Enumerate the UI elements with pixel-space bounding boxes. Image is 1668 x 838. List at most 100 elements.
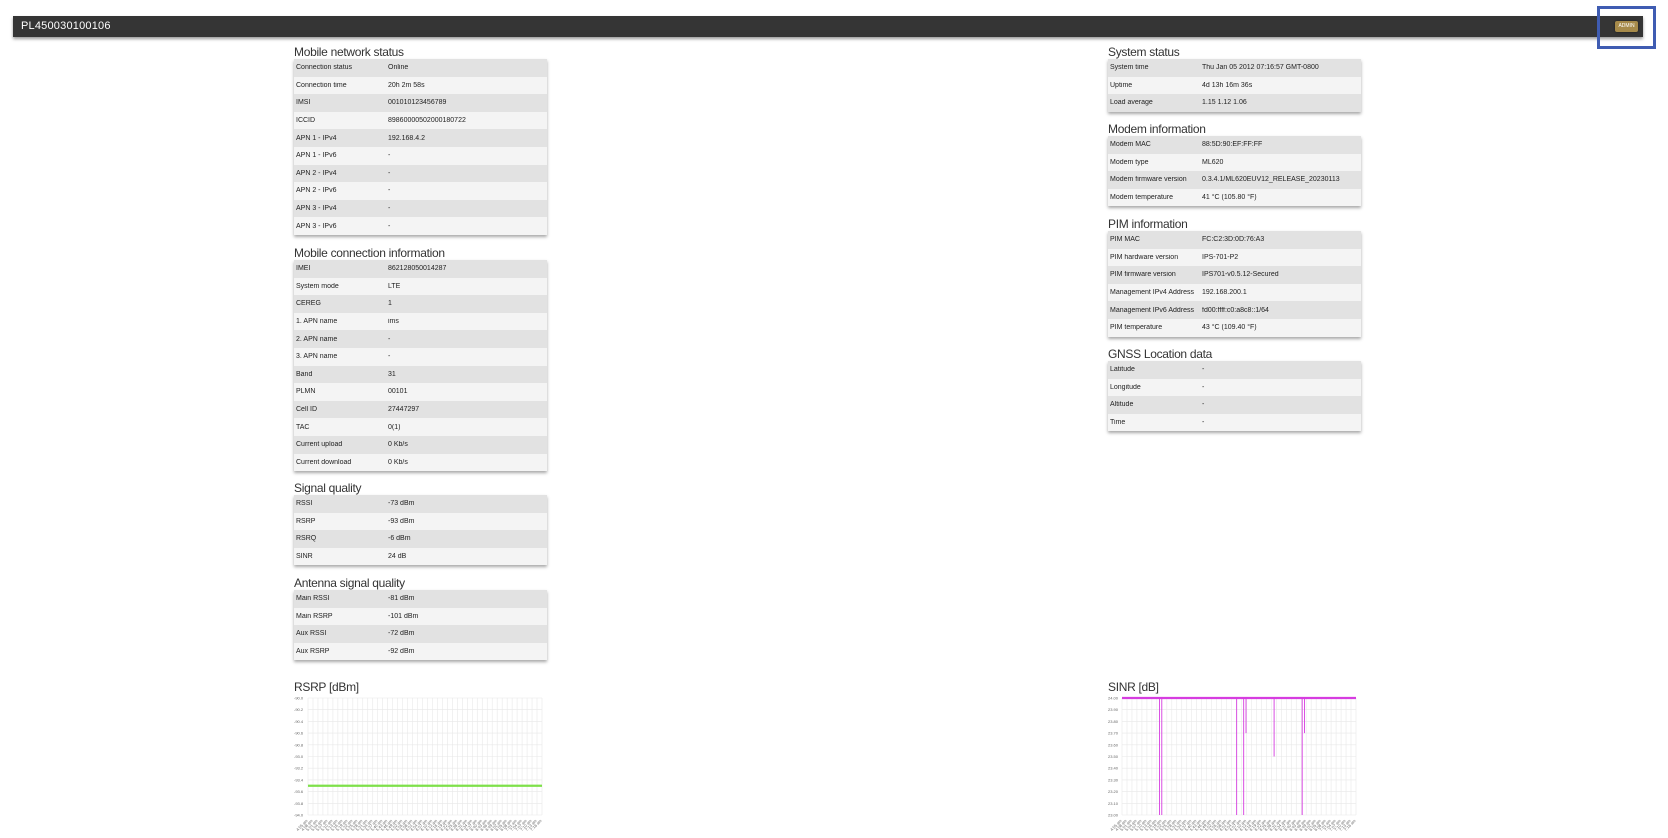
sinr-chart-title: SINR [dB] bbox=[1108, 680, 1159, 694]
table-row: Current download 0 Kb/s bbox=[294, 453, 547, 472]
y-tick-label: 23.50 bbox=[1108, 754, 1119, 759]
section-title: Antenna signal quality bbox=[294, 576, 405, 590]
row-label: 3. APN name bbox=[296, 353, 338, 361]
row-label: APN 3 - IPv4 bbox=[296, 205, 337, 213]
row-label: Current upload bbox=[296, 441, 343, 449]
row-value: IPS-701-P2 bbox=[1202, 253, 1239, 261]
mobile-network-status-section: Mobile network status Connection status On… bbox=[294, 45, 547, 235]
row-value: ML620 bbox=[1202, 158, 1224, 166]
table-row: Management IPv6 Address fd00:ffff:c0:a8c8… bbox=[1108, 301, 1361, 319]
modem-information-section: Modem information Modem MAC 88:5D:90:EF:FF… bbox=[1108, 122, 1361, 207]
info-table: Main RSSI -81 dBm Main RSRP -101 dBm Aux RSS… bbox=[294, 590, 547, 661]
section-title: Signal quality bbox=[294, 481, 362, 495]
rsrp-chart: -90.0 -90.2 -90.4 -90.6 -90.8 -93.0 -93.2 -93.4… bbox=[294, 696, 543, 832]
info-table: Latitude - Longitude - Altitude - Time - bbox=[1108, 361, 1361, 432]
pim-information-section: PIM information PIM MAC FC:C2:3D:0D:76:A3 P… bbox=[1108, 217, 1361, 337]
row-value: -93 dBm bbox=[388, 517, 415, 525]
row-value: 20h 2m 58s bbox=[388, 81, 425, 89]
y-tick-label: -93.6 bbox=[294, 789, 304, 794]
table-row: RSRP -93 dBm bbox=[294, 512, 547, 531]
row-label: CEREG bbox=[296, 300, 321, 308]
row-value: -6 dBm bbox=[388, 535, 411, 543]
y-tick-label: -90.2 bbox=[294, 707, 304, 712]
row-value: 1.15 1.12 1.06 bbox=[1202, 99, 1247, 107]
row-label: RSSI bbox=[296, 500, 313, 508]
table-row: Band 31 bbox=[294, 365, 547, 384]
table-row: Management IPv4 Address 192.168.200.1 bbox=[1108, 283, 1361, 302]
row-value: LTE bbox=[388, 282, 401, 290]
y-tick-label: 23.90 bbox=[1108, 707, 1119, 712]
table-row: IMSI 001010123456789 bbox=[294, 94, 547, 112]
row-value: FC:C2:3D:0D:76:A3 bbox=[1202, 236, 1265, 244]
row-value: 0 Kb/s bbox=[388, 441, 408, 449]
table-row: Altitude - bbox=[1108, 396, 1361, 414]
row-value: 001010123456789 bbox=[388, 99, 447, 107]
row-label: Cell ID bbox=[296, 406, 318, 414]
antenna-signal-quality-section: Antenna signal quality Main RSSI -81 dBm Ma… bbox=[294, 576, 547, 661]
info-table: Connection status Online Connection time 20… bbox=[294, 59, 547, 235]
row-label: Connection status bbox=[296, 64, 353, 72]
table-row: Modem firmware version 0.3.4.1/ML620EUV12… bbox=[1108, 171, 1361, 189]
row-label: Management IPv4 Address bbox=[1110, 289, 1195, 297]
y-tick-label: 23.40 bbox=[1108, 766, 1119, 771]
info-table: System time Thu Jan 05 2012 07:16:57 GMT-… bbox=[1108, 59, 1361, 112]
row-label: SINR bbox=[296, 553, 313, 561]
row-label: Modem MAC bbox=[1110, 141, 1151, 149]
y-tick-label: -93.2 bbox=[294, 766, 304, 771]
row-value: 4d 13h 16m 36s bbox=[1202, 81, 1253, 89]
table-row: APN 3 - IPv4 - bbox=[294, 199, 547, 218]
admin-button[interactable]: ADMIN bbox=[1615, 21, 1638, 32]
y-tick-label: 23.10 bbox=[1108, 801, 1119, 806]
row-value: 88:5D:90:EF:FF:FF bbox=[1202, 141, 1263, 149]
row-value: 31 bbox=[388, 370, 396, 378]
row-label: 1. APN name bbox=[296, 318, 338, 326]
y-tick-label: -90.6 bbox=[294, 731, 304, 736]
row-label: Band bbox=[296, 370, 313, 378]
row-label: PIM MAC bbox=[1110, 236, 1140, 244]
row-value: 0.3.4.1/ML620EUV12_RELEASE_20230113 bbox=[1202, 176, 1340, 184]
table-row: 2. APN name - bbox=[294, 330, 547, 348]
row-value: 1 bbox=[388, 300, 392, 308]
row-value: - bbox=[388, 152, 391, 160]
row-value: - bbox=[388, 187, 391, 195]
row-label: System mode bbox=[296, 282, 339, 290]
row-value: Thu Jan 05 2012 07:16:57 GMT-0800 bbox=[1202, 64, 1319, 72]
table-row: System mode LTE bbox=[294, 277, 547, 296]
row-label: APN 2 - IPv4 bbox=[296, 169, 337, 177]
table-row: Connection time 20h 2m 58s bbox=[294, 76, 547, 95]
table-row: Main RSRP -101 dBm bbox=[294, 607, 547, 626]
row-label: 2. APN name bbox=[296, 335, 338, 343]
row-label: APN 1 - IPv6 bbox=[296, 152, 337, 160]
table-row: RSRQ -6 dBm bbox=[294, 530, 547, 548]
table-row: Modem type ML620 bbox=[1108, 153, 1361, 172]
y-tick-label: -90.8 bbox=[294, 742, 304, 747]
row-value: fd00:ffff:c0:a8c8::1/64 bbox=[1202, 306, 1269, 314]
row-value: -92 dBm bbox=[388, 648, 415, 656]
table-row: Current upload 0 Kb/s bbox=[294, 435, 547, 454]
row-value: - bbox=[388, 353, 391, 361]
section-title: PIM information bbox=[1108, 217, 1188, 231]
row-label: Aux RSRP bbox=[296, 648, 330, 656]
section-title: System status bbox=[1108, 45, 1180, 59]
table-row: ICCID 89860000502000180722 bbox=[294, 111, 547, 130]
table-row: APN 1 - IPv4 192.168.4.2 bbox=[294, 129, 547, 147]
row-label: APN 2 - IPv6 bbox=[296, 187, 337, 195]
row-label: Time bbox=[1110, 419, 1126, 427]
section-title: GNSS Location data bbox=[1108, 347, 1213, 361]
table-row: 3. APN name - bbox=[294, 347, 547, 366]
y-tick-label: -90.0 bbox=[294, 696, 304, 701]
table-row: APN 2 - IPv4 - bbox=[294, 164, 547, 183]
y-tick-label: -94.0 bbox=[294, 813, 304, 818]
row-value: - bbox=[388, 205, 391, 213]
row-value: - bbox=[388, 222, 391, 230]
row-value: -72 dBm bbox=[388, 630, 415, 638]
y-tick-label: 23.70 bbox=[1108, 731, 1119, 736]
admin-highlight: ADMIN bbox=[1597, 6, 1656, 49]
row-value: -101 dBm bbox=[388, 612, 419, 620]
rsrp-chart-title: RSRP [dBm] bbox=[294, 680, 359, 694]
table-row: Latitude - bbox=[1108, 361, 1361, 379]
row-value: 192.168.4.2 bbox=[388, 134, 425, 142]
row-label: IMEI bbox=[296, 265, 311, 273]
y-tick-label: 23.30 bbox=[1108, 777, 1119, 782]
table-row: IMEI 862128050014287 bbox=[294, 260, 547, 278]
